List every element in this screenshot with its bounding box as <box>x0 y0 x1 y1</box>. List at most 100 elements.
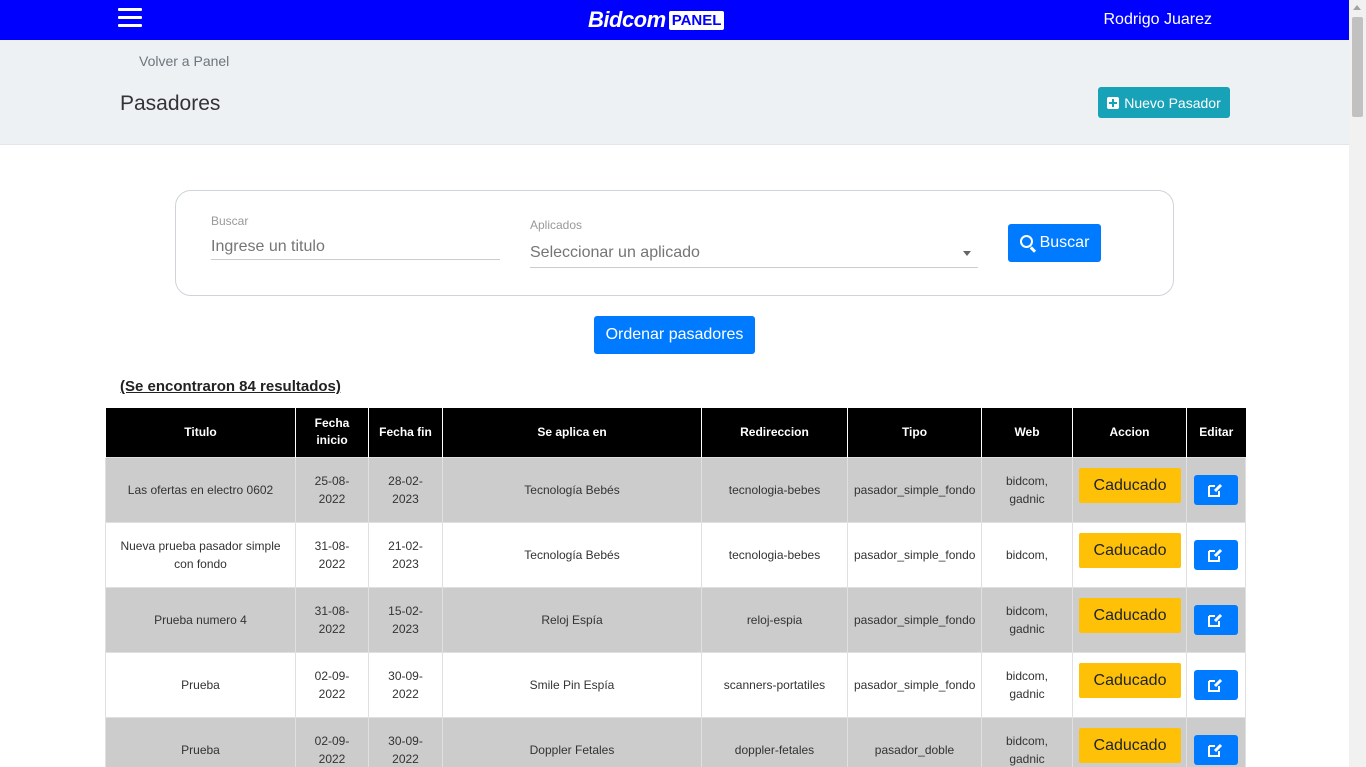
table-row: Prueba 02-09-2022 30-09-2022 Smile Pin E… <box>105 651 1246 718</box>
cell-fecha-inicio: 25-08-2022 <box>295 456 369 523</box>
status-badge[interactable]: Caducado <box>1079 533 1181 568</box>
vertical-scrollbar[interactable] <box>1349 0 1366 767</box>
cell-editar <box>1186 521 1246 588</box>
search-icon <box>1019 235 1033 248</box>
search-button-label: Buscar <box>1039 234 1090 251</box>
cell-tipo: pasador_simple_fondo <box>847 456 982 523</box>
cell-fecha-inicio: 31-08-2022 <box>295 521 369 588</box>
page-header: Volver a Panel Pasadores Nuevo Pasador <box>0 40 1349 145</box>
column-header: Accion <box>1072 408 1187 457</box>
edit-button[interactable] <box>1194 539 1238 570</box>
aplicados-label: Aplicados <box>530 218 583 232</box>
title-search-input[interactable] <box>211 235 500 260</box>
chevron-down-icon <box>963 251 971 256</box>
cell-aplica-en: Reloj Espía <box>442 586 702 653</box>
column-header: Fecha inicio <box>295 408 369 457</box>
cell-aplica-en: Tecnología Bebés <box>442 521 702 588</box>
cell-aplica-en: Tecnología Bebés <box>442 456 702 523</box>
edit-icon <box>1208 678 1223 692</box>
cell-accion: Caducado <box>1072 456 1187 523</box>
cell-redireccion: tecnologia-bebes <box>701 456 848 523</box>
user-name[interactable]: Rodrigo Juarez <box>1104 11 1213 29</box>
column-header: Web <box>981 408 1073 457</box>
edit-icon <box>1208 548 1223 562</box>
edit-icon <box>1208 483 1223 497</box>
column-header: Editar <box>1186 408 1246 457</box>
cell-titulo: Prueba numero 4 <box>105 586 296 653</box>
column-header: Redireccion <box>701 408 848 457</box>
cell-accion: Caducado <box>1072 716 1187 767</box>
cell-aplica-en: Smile Pin Espía <box>442 651 702 718</box>
cell-fecha-fin: 28-02-2023 <box>368 456 443 523</box>
scroll-thumb[interactable] <box>1352 17 1363 117</box>
edit-icon <box>1208 743 1223 757</box>
table-row: Las ofertas en electro 0602 25-08-2022 2… <box>105 456 1246 523</box>
plus-square-icon <box>1107 96 1120 109</box>
cell-titulo: Nueva prueba pasador simple con fondo <box>105 521 296 588</box>
aplicado-select[interactable] <box>530 238 978 268</box>
edit-button[interactable] <box>1194 604 1238 635</box>
cell-redireccion: reloj-espia <box>701 586 848 653</box>
sort-pasadores-button[interactable]: Ordenar pasadores <box>594 316 755 354</box>
cell-web: bidcom, gadnic <box>981 716 1073 767</box>
edit-button[interactable] <box>1194 474 1238 505</box>
cell-titulo: Prueba <box>105 651 296 718</box>
search-panel: Buscar Aplicados Buscar <box>175 190 1174 296</box>
edit-button[interactable] <box>1194 734 1238 765</box>
edit-icon <box>1208 613 1223 627</box>
column-header: Tipo <box>847 408 982 457</box>
cell-tipo: pasador_simple_fondo <box>847 521 982 588</box>
cell-editar <box>1186 651 1246 718</box>
brand-logo[interactable]: Bidcom PANEL <box>588 7 725 32</box>
cell-editar <box>1186 586 1246 653</box>
cell-editar <box>1186 716 1246 767</box>
cell-titulo: Prueba <box>105 716 296 767</box>
scroll-up-arrow-icon[interactable] <box>1353 5 1361 10</box>
table-row: Prueba numero 4 31-08-2022 15-02-2023 Re… <box>105 586 1246 653</box>
cell-editar <box>1186 456 1246 523</box>
cell-tipo: pasador_simple_fondo <box>847 586 982 653</box>
cell-fecha-inicio: 31-08-2022 <box>295 586 369 653</box>
logo-text: Bidcom <box>588 7 666 32</box>
new-pasador-label: Nuevo Pasador <box>1124 94 1221 111</box>
status-badge[interactable]: Caducado <box>1079 663 1181 698</box>
cell-fecha-inicio: 02-09-2022 <box>295 651 369 718</box>
cell-titulo: Las ofertas en electro 0602 <box>105 456 296 523</box>
cell-web: bidcom, gadnic <box>981 456 1073 523</box>
status-badge[interactable]: Caducado <box>1079 468 1181 503</box>
search-button[interactable]: Buscar <box>1008 224 1101 262</box>
cell-accion: Caducado <box>1072 651 1187 718</box>
edit-button[interactable] <box>1194 669 1238 700</box>
cell-fecha-fin: 30-09-2022 <box>368 716 443 767</box>
column-header: Fecha fin <box>368 408 443 457</box>
cell-fecha-fin: 15-02-2023 <box>368 586 443 653</box>
column-header: Titulo <box>105 408 296 457</box>
column-header: Se aplica en <box>442 408 702 457</box>
new-pasador-button[interactable]: Nuevo Pasador <box>1098 87 1230 118</box>
table-header-row: Titulo Fecha inicio Fecha fin Se aplica … <box>105 408 1246 457</box>
buscar-label: Buscar <box>211 214 249 228</box>
page: Bidcom PANEL Rodrigo Juarez Volver a Pan… <box>0 0 1366 767</box>
cell-web: bidcom, gadnic <box>981 586 1073 653</box>
cell-fecha-inicio: 02-09-2022 <box>295 716 369 767</box>
cell-web: bidcom, <box>981 521 1073 588</box>
hamburger-menu-icon[interactable] <box>118 8 142 30</box>
cell-tipo: pasador_doble <box>847 716 982 767</box>
cell-fecha-fin: 30-09-2022 <box>368 651 443 718</box>
pasadores-table: Titulo Fecha inicio Fecha fin Se aplica … <box>105 408 1246 767</box>
status-badge[interactable]: Caducado <box>1079 598 1181 633</box>
table-row: Prueba 02-09-2022 30-09-2022 Doppler Fet… <box>105 716 1246 767</box>
cell-tipo: pasador_simple_fondo <box>847 651 982 718</box>
table-row: Nueva prueba pasador simple con fondo 31… <box>105 521 1246 588</box>
cell-redireccion: scanners-portatiles <box>701 651 848 718</box>
results-count: (Se encontraron 84 resultados) <box>120 378 341 395</box>
cell-fecha-fin: 21-02-2023 <box>368 521 443 588</box>
cell-aplica-en: Doppler Fetales <box>442 716 702 767</box>
cell-redireccion: doppler-fetales <box>701 716 848 767</box>
cell-web: bidcom, gadnic <box>981 651 1073 718</box>
cell-redireccion: tecnologia-bebes <box>701 521 848 588</box>
cell-accion: Caducado <box>1072 521 1187 588</box>
status-badge[interactable]: Caducado <box>1079 728 1181 763</box>
cell-accion: Caducado <box>1072 586 1187 653</box>
back-to-panel-link[interactable]: Volver a Panel <box>139 53 229 69</box>
